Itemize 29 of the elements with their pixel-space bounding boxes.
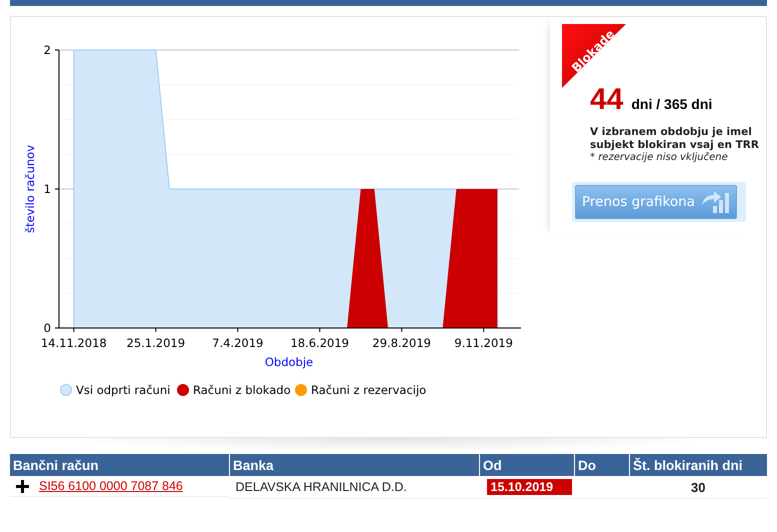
x-tick-label: 25.1.2019 bbox=[126, 336, 186, 350]
y-tick-label: 0 bbox=[44, 321, 51, 335]
chart-export-icon bbox=[700, 189, 730, 215]
blocked-days-count: 44 bbox=[590, 83, 624, 117]
x-tick-label: 18.6.2019 bbox=[290, 336, 349, 350]
legend-label: Vsi odprti računi bbox=[76, 383, 170, 397]
days-total-label: dni / 365 dni bbox=[631, 96, 712, 112]
bank-name: DELAVSKA HRANILNICA D.D. bbox=[234, 480, 407, 494]
date-from: 15.10.2019 bbox=[486, 479, 572, 495]
x-axis-title: Obdobje bbox=[264, 355, 314, 369]
blocked-days-value: 30 bbox=[691, 480, 706, 494]
y-tick-label: 2 bbox=[44, 43, 51, 57]
legend-label: Računi z rezervacijo bbox=[311, 383, 426, 397]
expand-icon[interactable] bbox=[16, 480, 29, 492]
account-link[interactable]: SI56 6100 0000 7087 846 bbox=[39, 479, 183, 493]
column-header: Od bbox=[480, 454, 574, 476]
column-header: Banka bbox=[230, 454, 480, 476]
x-tick-label: 7.4.2019 bbox=[212, 336, 264, 350]
legend-label: Računi z blokado bbox=[193, 383, 291, 397]
y-tick-label: 1 bbox=[44, 182, 51, 196]
description-text: V izbranem obdobju je imel subjekt blokiran vsaj en TRR bbox=[590, 126, 760, 152]
x-tick-label: 29.8.2019 bbox=[372, 336, 431, 350]
column-header: Bančni račun bbox=[10, 454, 230, 476]
x-tick-label: 14.11.2018 bbox=[40, 336, 107, 350]
note-text: *rezervacije niso vključene bbox=[590, 152, 729, 163]
x-tick-label: 9.11.2019 bbox=[454, 336, 513, 350]
column-header: Do bbox=[574, 454, 630, 476]
y-axis-title: število računov bbox=[23, 145, 37, 233]
column-header: Št. blokiranih dni bbox=[630, 454, 767, 476]
